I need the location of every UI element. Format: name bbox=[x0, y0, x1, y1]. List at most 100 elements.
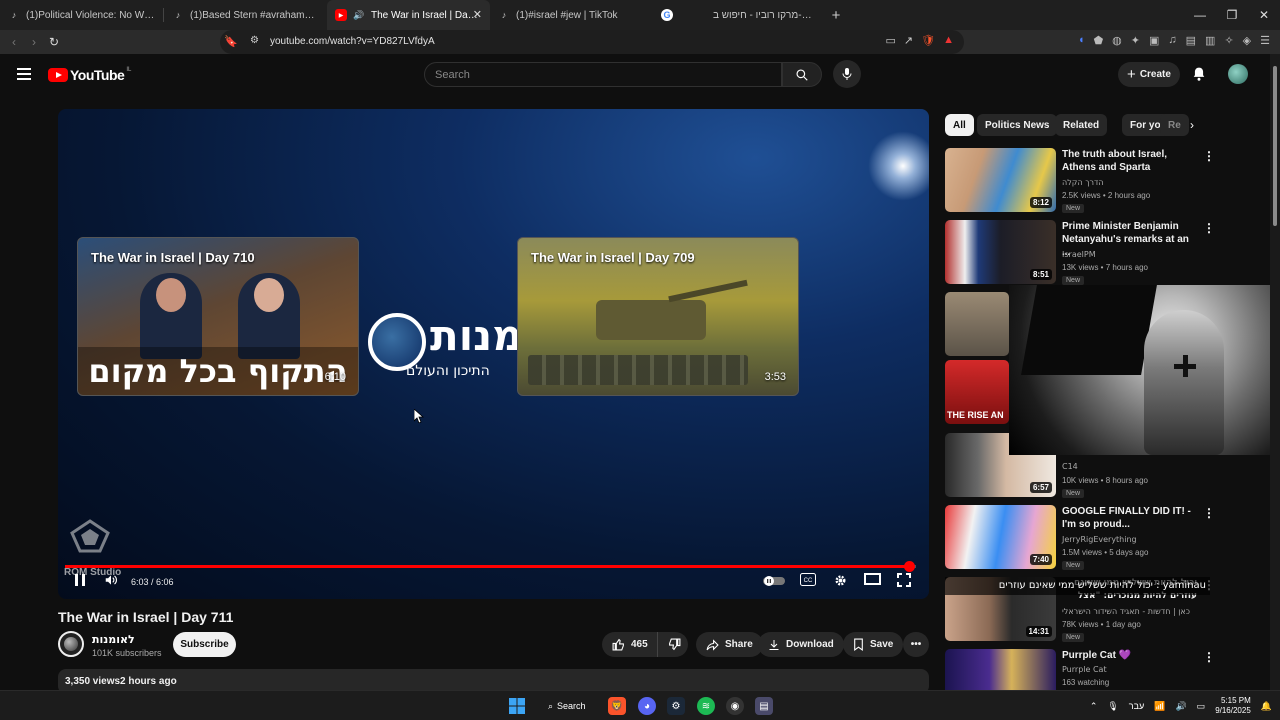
notifications-bell-icon[interactable] bbox=[1192, 66, 1206, 87]
dislike-button[interactable] bbox=[657, 632, 688, 657]
theater-mode-button[interactable] bbox=[864, 573, 881, 585]
chip-all[interactable]: All bbox=[945, 114, 974, 136]
speaker-tray-icon[interactable]: 🔊 bbox=[1175, 701, 1186, 712]
language-indicator[interactable]: עבר bbox=[1129, 701, 1144, 711]
forward-icon[interactable]: › bbox=[24, 35, 44, 49]
rec-thumbnail[interactable]: 8:12 bbox=[945, 148, 1056, 212]
wallet-icon[interactable]: ▥ bbox=[1205, 34, 1215, 47]
browser-tab-1[interactable]: ♪ (1)Political Violence: No Winners in t… bbox=[0, 0, 163, 30]
create-button[interactable]: + Create bbox=[1118, 62, 1180, 87]
subtitles-button[interactable]: CC bbox=[800, 573, 816, 586]
pause-button[interactable] bbox=[74, 573, 86, 587]
shield-icon[interactable]: ⬟ bbox=[1094, 34, 1104, 47]
app-icon[interactable]: ◉ bbox=[726, 697, 744, 715]
rec-thumbnail[interactable] bbox=[945, 292, 1009, 356]
new-tab-button[interactable]: + bbox=[823, 7, 849, 24]
translate-icon[interactable]: ◖ bbox=[1078, 34, 1085, 47]
voice-search-button[interactable] bbox=[833, 60, 861, 88]
address-bar-actions: ▭ ↗ 🛡 ▲ bbox=[886, 34, 954, 47]
extensions-icon[interactable]: ✦ bbox=[1131, 34, 1140, 47]
site-info-icon[interactable]: ⚙ bbox=[250, 35, 259, 46]
tray-chevron-icon[interactable]: ⌃ bbox=[1090, 701, 1098, 712]
menu-icon[interactable]: ☰ bbox=[1260, 34, 1270, 47]
recommendation-2[interactable]: 8:51 Prime Minister Benjamin Netanyahu's… bbox=[945, 220, 1265, 285]
browser-tab-active[interactable]: ▶ 🔊 The War in Israel | Day 711 - Y ✕ bbox=[327, 0, 490, 30]
cast-icon[interactable]: ▭ bbox=[886, 34, 896, 47]
windows-start-icon[interactable] bbox=[508, 697, 526, 715]
vpn-icon[interactable]: ◍ bbox=[1112, 34, 1122, 47]
bookmark-icon[interactable]: 🔖 bbox=[224, 35, 238, 48]
chip-politics-news[interactable]: Politics News bbox=[977, 114, 1058, 136]
save-button[interactable]: Save bbox=[843, 632, 904, 657]
brave-rewards-icon[interactable]: ▲ bbox=[943, 34, 954, 47]
volume-button[interactable] bbox=[104, 573, 118, 587]
fullscreen-button[interactable] bbox=[897, 573, 911, 587]
page-scrollbar[interactable] bbox=[1270, 54, 1280, 690]
rec-thumbnail[interactable] bbox=[945, 649, 1056, 690]
media-icon[interactable]: ♫ bbox=[1168, 34, 1176, 47]
close-tab-icon[interactable]: ✕ bbox=[473, 8, 482, 21]
recommendation-6[interactable]: Purrple Cat 💜 Purrple Cat 163 watching ⋮ bbox=[945, 649, 1265, 690]
minimize-icon[interactable]: — bbox=[1184, 0, 1216, 30]
battery-icon[interactable]: ▭ bbox=[1197, 701, 1206, 712]
more-vertical-icon[interactable]: ⋮ bbox=[1203, 651, 1215, 663]
video-player[interactable]: התקוף בכל מקום The War in Israel | Day 7… bbox=[58, 109, 929, 599]
notification-icon[interactable]: 🔔 bbox=[1261, 701, 1272, 712]
more-vertical-icon[interactable]: ⋮ bbox=[1203, 222, 1215, 234]
mic-tray-icon[interactable]: 🎙 bbox=[1107, 701, 1118, 712]
channel-name[interactable]: לאומנות bbox=[92, 633, 135, 646]
share-icon[interactable]: ↗ bbox=[904, 34, 913, 47]
taskbar-search[interactable]: ⌕ Search bbox=[541, 696, 597, 716]
recommendation-4[interactable]: 7:40 GOOGLE FINALLY DID IT! - I'm so pro… bbox=[945, 505, 1265, 570]
browser-tab-2[interactable]: ♪ (1)Based Stern #avrahamstern #fyp # bbox=[164, 0, 327, 30]
brave-browser-icon[interactable]: 🦁 bbox=[608, 697, 626, 715]
rec-thumbnail[interactable]: 8:51 bbox=[945, 220, 1056, 284]
progress-bar[interactable] bbox=[65, 561, 916, 572]
restore-icon[interactable]: ❐ bbox=[1216, 0, 1248, 30]
app-window-icon[interactable]: ▤ bbox=[755, 697, 773, 715]
rec-thumbnail[interactable]: 7:40 bbox=[945, 505, 1056, 569]
scrollbar-thumb[interactable] bbox=[1273, 66, 1277, 226]
share-button[interactable]: Share bbox=[696, 632, 763, 657]
wifi-icon[interactable]: 📶 bbox=[1154, 701, 1165, 712]
endcard-video-1[interactable]: התקוף בכל מקום The War in Israel | Day 7… bbox=[77, 237, 359, 396]
more-vertical-icon[interactable]: ⋮ bbox=[1203, 507, 1215, 519]
like-button[interactable]: 465 bbox=[602, 632, 657, 657]
download-button[interactable]: Download bbox=[758, 632, 844, 657]
search-input[interactable] bbox=[425, 63, 781, 86]
chip-more[interactable]: Re bbox=[1160, 114, 1189, 136]
subscribe-button[interactable]: Subscribe bbox=[173, 632, 236, 657]
rec-thumbnail[interactable]: THE RISE AN bbox=[945, 360, 1009, 424]
address-bar[interactable]: 🔖 ⚙ youtube.com/watch?v=YD827LVfdyA ▭ ↗ … bbox=[220, 30, 964, 54]
sidebar-icon[interactable]: ▤ bbox=[1186, 34, 1196, 47]
back-icon[interactable]: ‹ bbox=[4, 35, 24, 49]
speaker-icon[interactable]: 🔊 bbox=[353, 9, 365, 21]
autoplay-toggle[interactable] bbox=[763, 576, 785, 586]
steam-icon[interactable]: ⚙ bbox=[667, 697, 685, 715]
endcard-video-2[interactable]: The War in Israel | Day 709 3:53 bbox=[517, 237, 799, 396]
more-vertical-icon[interactable]: ⋮ bbox=[1203, 150, 1215, 162]
account-avatar[interactable] bbox=[1228, 64, 1248, 84]
more-actions-button[interactable]: ••• bbox=[903, 632, 929, 657]
close-window-icon[interactable]: ✕ bbox=[1248, 0, 1280, 30]
discord-icon[interactable]: ◕ bbox=[638, 697, 656, 715]
search-button[interactable] bbox=[782, 62, 822, 87]
recommendation-1[interactable]: 8:12 The truth about Israel, Athens and … bbox=[945, 148, 1265, 213]
browser-tab-4[interactable]: ♪ (1)#israel #jew | TikTok bbox=[490, 0, 653, 30]
youtube-logo[interactable]: YouTube IL bbox=[48, 67, 131, 83]
settings-button[interactable] bbox=[833, 573, 848, 588]
browser-tab-5[interactable]: G מרקו רוביו - חיפוש ב-Google bbox=[653, 0, 823, 30]
brave-shield-icon[interactable]: 🛡 bbox=[921, 34, 935, 47]
chip-related[interactable]: Related bbox=[1055, 114, 1108, 136]
clock[interactable]: 5:15 PM 9/16/2025 bbox=[1215, 696, 1251, 716]
spotify-icon[interactable]: ≋ bbox=[697, 697, 715, 715]
player-controls: 6:03 / 6:06 CC bbox=[58, 571, 929, 595]
time-display: 6:03 / 6:06 bbox=[131, 577, 174, 587]
chevron-right-icon[interactable]: › bbox=[1190, 118, 1194, 132]
vpn-shield-icon[interactable]: ◈ bbox=[1243, 34, 1251, 47]
screenshot-icon[interactable]: ▣ bbox=[1149, 34, 1159, 47]
channel-avatar[interactable] bbox=[58, 631, 84, 657]
reload-icon[interactable]: ↻ bbox=[44, 35, 64, 49]
hamburger-menu-icon[interactable] bbox=[17, 68, 31, 83]
leo-icon[interactable]: ✧ bbox=[1224, 34, 1233, 47]
